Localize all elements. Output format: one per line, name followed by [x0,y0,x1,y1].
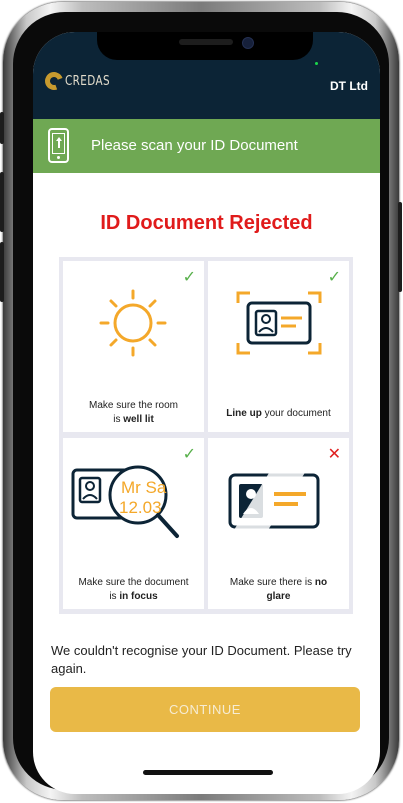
banner-text: Please scan your ID Document [91,137,298,154]
company-name: DT Ltd [330,79,368,93]
svg-text:Mr Sa: Mr Sa [121,478,167,497]
check-no-glare: ✕ Make sure there is no glare [208,438,349,609]
magnifier-icon: Mr Sa 12.03 [71,465,179,538]
home-indicator[interactable] [143,770,273,775]
check-caption: Make sure the document is in focus [78,577,189,602]
instruction-banner: Please scan your ID Document [33,119,380,173]
phone-upload-icon [48,128,69,163]
speaker-grille [179,39,233,45]
logo-text: CREDAS [65,73,111,89]
app-screen: CREDAS DT Ltd Please scan your ID Docume… [33,32,380,794]
glare-id-icon [228,468,320,530]
check-in-focus: ✓ Mr Sa 12.03 Make sure the document is … [63,438,204,609]
front-camera [242,37,254,49]
svg-text:12.03: 12.03 [119,498,162,517]
credas-logo: CREDAS [42,69,121,93]
mute-switch [0,112,4,144]
check-caption: Make sure there is no glare [229,577,328,602]
check-well-lit: ✓ Make sure the room is well lit [63,261,204,432]
camera-indicator [315,62,318,65]
continue-button[interactable]: CONTINUE [50,687,360,732]
check-caption: Line up your document [226,408,331,419]
power-button [398,202,402,292]
credas-logo-icon [42,69,66,93]
id-frame-icon [236,291,322,355]
sun-icon [99,289,167,357]
rejection-title: ID Document Rejected [100,212,313,234]
error-message: We couldn't recognise your ID Document. … [51,643,352,676]
volume-down-button [0,242,4,302]
volume-up-button [0,172,4,232]
check-caption: Make sure the room is well lit [89,400,178,425]
check-line-up: ✓ Line up your document [208,261,349,432]
check-grid: ✓ Make sure the room is well lit ✓ Line … [59,257,353,614]
phone-notch [97,32,313,60]
